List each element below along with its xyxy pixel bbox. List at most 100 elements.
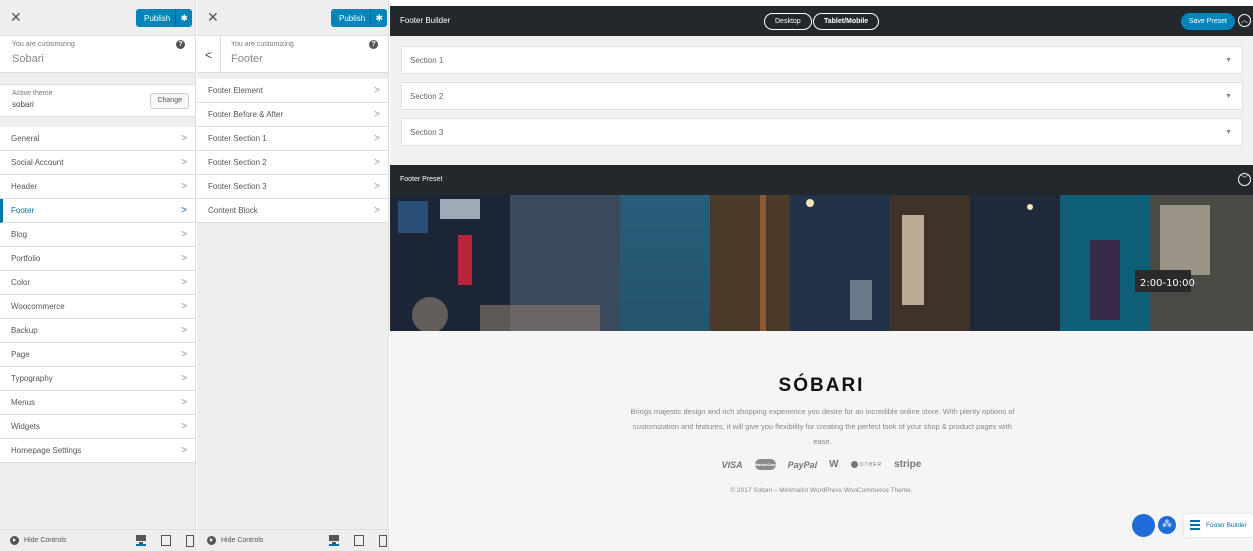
menu-item-menus[interactable]: Menus > (0, 391, 195, 415)
mobile-preview-icon[interactable] (377, 534, 387, 547)
device-switcher (329, 534, 387, 547)
menu-item-widgets[interactable]: Widgets > (0, 415, 195, 439)
publish-button[interactable]: Publish ✱ (331, 9, 388, 27)
device-switcher (136, 534, 194, 547)
active-theme-box: Active theme sobari Change (0, 84, 195, 117)
mobile-preview-icon[interactable] (184, 534, 194, 547)
chevron-right-icon: > (181, 301, 187, 312)
menu-item-label: Blog (11, 230, 28, 239)
network-icon[interactable]: ⁂ (1158, 516, 1176, 534)
tablet-preview-icon[interactable] (353, 534, 364, 546)
customizing-label: You are customizing (231, 41, 294, 48)
menu-item-footer-element[interactable]: Footer Element > (197, 79, 388, 103)
menu-item-footer-section-3[interactable]: Footer Section 3 > (197, 175, 388, 199)
amex-icon: W (829, 459, 839, 470)
change-theme-button[interactable]: Change (150, 93, 189, 109)
footer-preset-header: Footer Preset ﹀ (390, 165, 1253, 195)
site-logo: SÓBARI (778, 375, 865, 396)
customizer-panel-main: ✕ Publish ✱ You are customizing Sobari ?… (0, 0, 196, 551)
menu-item-blog[interactable]: Blog > (0, 223, 195, 247)
hide-controls-button[interactable]: Hide Controls (207, 536, 263, 545)
menu-item-label: Homepage Settings (11, 446, 82, 455)
street-scene-image: 2:00-10:00 (390, 195, 1253, 331)
menu-item-header[interactable]: Header > (0, 175, 195, 199)
hide-controls-icon (10, 536, 19, 545)
menu-item-label: Woocommerce (11, 302, 65, 311)
chevron-right-icon: > (181, 181, 187, 192)
menu-item-content-block[interactable]: Content Block > (197, 199, 388, 223)
chevron-right-icon: > (181, 157, 187, 168)
customizer-menu: General > Social Account > Header > Footer >… (0, 127, 195, 463)
menu-item-typography[interactable]: Typography > (0, 367, 195, 391)
stripe-icon: stripe (894, 459, 922, 470)
menu-item-footer-section-1[interactable]: Footer Section 1 > (197, 127, 388, 151)
menu-item-label: Footer Section 1 (208, 134, 267, 143)
close-icon[interactable]: ✕ (10, 10, 22, 24)
chevron-right-icon: > (181, 349, 187, 360)
help-icon[interactable]: ? (369, 40, 378, 49)
desktop-preview-icon[interactable] (329, 534, 339, 546)
footer-builder-title: Footer Builder (400, 16, 451, 25)
footer-section-1[interactable]: Section 1 ▼ (401, 46, 1243, 74)
chevron-right-icon: > (374, 133, 380, 144)
customizer-panel-footer: ✕ Publish ✱ < You are customizing Footer… (197, 0, 389, 551)
menu-item-backup[interactable]: Backup > (0, 319, 195, 343)
menu-item-label: Footer Section 3 (208, 182, 267, 191)
paypal-icon: PayPal (787, 459, 818, 470)
menu-item-footer-section-2[interactable]: Footer Section 2 > (197, 151, 388, 175)
caret-down-icon[interactable]: ▼ (1225, 119, 1232, 147)
menu-item-label: Header (11, 182, 38, 191)
customizing-label: You are customizing (12, 41, 75, 48)
collapse-up-icon[interactable]: ︿ (1238, 14, 1251, 27)
caret-down-icon[interactable]: ▼ (1225, 83, 1232, 111)
save-preset-button[interactable]: Save Preset (1180, 13, 1235, 30)
footer-preview: SÓBARI Brings majestic design and rich s… (390, 331, 1253, 551)
other-payment-icon: OTHER (850, 461, 883, 468)
copyright-text: © 2017 Sobari – Minimalist WordPress Woo… (730, 487, 913, 494)
menu-item-social-account[interactable]: Social Account > (0, 151, 195, 175)
menu-item-footer-before-after[interactable]: Footer Before & After > (197, 103, 388, 127)
customizing-title: Sobari (12, 53, 44, 65)
footer-description: Brings majestic design and rich shopping… (630, 407, 1015, 446)
footer-preset-image: 2:00-10:00 (390, 195, 1253, 331)
menu-item-general[interactable]: General > (0, 127, 195, 151)
desktop-preview-icon[interactable] (136, 534, 146, 546)
chevron-right-icon: > (181, 205, 187, 216)
menu-item-portfolio[interactable]: Portfolio > (0, 247, 195, 271)
section-label: Section 2 (410, 92, 444, 101)
back-chevron-icon[interactable]: < (197, 36, 221, 73)
customizing-title: Footer (231, 53, 263, 65)
menu-item-color[interactable]: Color > (0, 271, 195, 295)
gear-icon[interactable]: ✱ (175, 9, 192, 27)
publish-button[interactable]: Publish ✱ (136, 9, 193, 27)
active-theme-name: sobari (12, 100, 34, 109)
help-icon[interactable]: ? (176, 40, 185, 49)
footer-builder-button[interactable]: Footer Builder (1184, 514, 1253, 537)
hide-controls-button[interactable]: Hide Controls (10, 536, 66, 545)
mastercard-icon: MasterCard (754, 459, 777, 470)
tablet-preview-icon[interactable] (160, 534, 171, 546)
payment-icons: VISA MasterCard PayPal W OTHER stripe (390, 459, 1253, 470)
floating-action-button[interactable] (1132, 514, 1155, 537)
footer-builder-header: Footer Builder Desktop Tablet/Mobile Sav… (390, 6, 1253, 36)
close-icon[interactable]: ✕ (207, 10, 219, 24)
menu-item-label: Page (11, 350, 30, 359)
menu-item-label: Footer Before & After (208, 110, 284, 119)
menu-item-footer[interactable]: Footer > (0, 199, 195, 223)
desktop-toggle[interactable]: Desktop (764, 13, 812, 30)
menu-item-woocommerce[interactable]: Woocommerce > (0, 295, 195, 319)
collapse-down-icon[interactable]: ﹀ (1238, 173, 1251, 186)
chevron-right-icon: > (181, 133, 187, 144)
customizer-screen: ✕ Publish ✱ You are customizing Sobari ?… (0, 0, 1253, 551)
menu-item-label: Backup (11, 326, 38, 335)
menu-item-homepage-settings[interactable]: Homepage Settings > (0, 439, 195, 463)
footer-preset-title: Footer Preset (400, 176, 443, 183)
tablet-mobile-toggle[interactable]: Tablet/Mobile (813, 13, 880, 30)
menu-item-page[interactable]: Page > (0, 343, 195, 367)
footer-section-3[interactable]: Section 3 ▼ (401, 118, 1243, 146)
menu-item-label: Menus (11, 398, 36, 407)
footer-section-2[interactable]: Section 2 ▼ (401, 82, 1243, 110)
caret-down-icon[interactable]: ▼ (1225, 47, 1232, 75)
chevron-right-icon: > (374, 109, 380, 120)
gear-icon[interactable]: ✱ (370, 9, 387, 27)
